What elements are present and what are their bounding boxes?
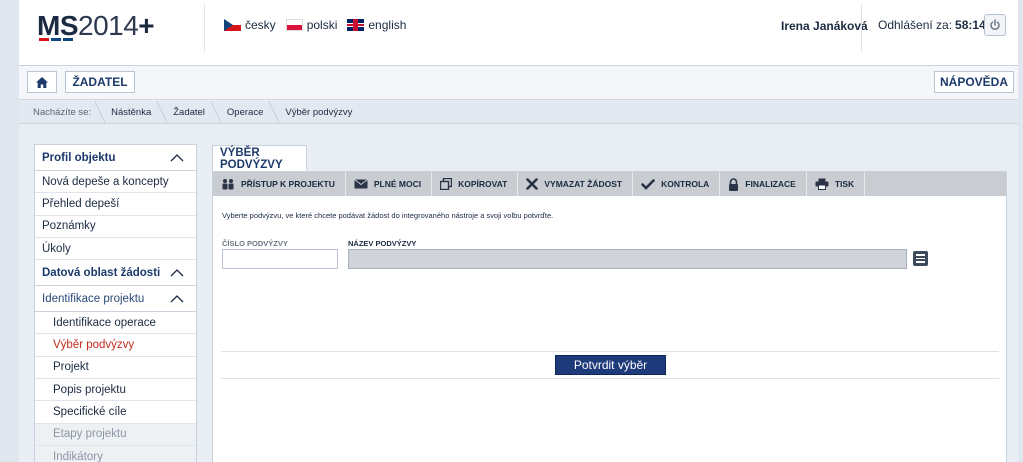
logout-label: Odhlášení za: <box>878 18 953 32</box>
flag-pl-icon <box>285 19 303 31</box>
check-button[interactable]: KONTROLA <box>633 172 721 196</box>
power-of-attorney-button[interactable]: PLNÉ MOCI <box>346 172 433 196</box>
sidebar-item-projekt[interactable]: Projekt <box>35 357 196 380</box>
language-switcher: česky polski english <box>224 18 406 32</box>
chevron-up-icon <box>170 294 184 303</box>
subcall-name-field[interactable] <box>348 249 907 269</box>
logo-color-bars <box>39 38 73 41</box>
language-cesky[interactable]: česky <box>224 18 276 32</box>
main-content: VÝBĚR PODVÝZVY PŘÍSTUP K PROJEKTU PLNÉ M… <box>212 144 1007 462</box>
action-label: VYMAZAT ŽÁDOST <box>544 179 623 189</box>
select-subcall-button[interactable] <box>913 251 928 266</box>
header-divider <box>204 4 205 52</box>
sidebar-item-specificke-cile[interactable]: Specifické cíle <box>35 401 196 424</box>
action-label: FINALIZACE <box>745 179 796 189</box>
logout-countdown: 58:14 <box>955 18 986 32</box>
breadcrumb: Nacházíte se: Nástěnka Žadatel Operace V… <box>19 101 1018 124</box>
flag-gb-icon <box>347 19 365 31</box>
subcall-number-field[interactable] <box>222 249 338 269</box>
sidebar-item-prehled-depesi[interactable]: Přehled depeší <box>35 193 196 216</box>
divider <box>221 351 999 352</box>
sidebar-section-identifikace-projektu[interactable]: Identifikace projektu <box>35 286 196 313</box>
sidebar-item-nova-depese[interactable]: Nová depeše a koncepty <box>35 171 196 194</box>
chevron-up-icon <box>170 268 184 277</box>
instruction-text: Vyberte podvýzvu, ve které chcete podáva… <box>222 211 554 220</box>
sidebar: Profil objektu Nová depeše a koncepty Př… <box>34 144 197 462</box>
breadcrumb-item-vyber-podvyzvy: Výběr podvýzvy <box>275 101 364 124</box>
language-label: česky <box>245 18 276 32</box>
user-name: Irena Janáková <box>781 19 868 33</box>
envelope-icon <box>354 179 368 189</box>
sidebar-item-identifikace-operace[interactable]: Identifikace operace <box>35 312 196 335</box>
people-icon <box>222 179 234 190</box>
home-button[interactable] <box>27 71 57 93</box>
home-icon <box>36 76 48 88</box>
language-english[interactable]: english <box>347 18 406 32</box>
sidebar-section-title: Identifikace projektu <box>42 292 145 305</box>
power-icon <box>990 19 1000 31</box>
sidebar-section-datova-oblast[interactable]: Datová oblast žádosti <box>35 260 196 287</box>
app-header: MS2014+ česky polski english Irena Janák… <box>19 0 1018 66</box>
confirm-selection-button[interactable]: Potvrdit výběr <box>555 355 666 375</box>
copy-icon <box>440 178 453 190</box>
page-title-tab: VÝBĚR PODVÝZVY <box>212 145 307 172</box>
check-icon <box>641 178 655 190</box>
print-button[interactable]: TISK <box>807 172 866 196</box>
sidebar-item-popis-projektu[interactable]: Popis projektu <box>35 379 196 402</box>
sidebar-item-vyber-podvyzvy[interactable]: Výběr podvýzvy <box>35 334 196 357</box>
action-label: KONTROLA <box>661 179 710 189</box>
action-label: KOPÍROVAT <box>458 179 508 189</box>
divider <box>221 378 999 379</box>
form-panel: PŘÍSTUP K PROJEKTU PLNÉ MOCI KOPÍROVAT V… <box>212 171 1007 462</box>
sidebar-item-poznamky[interactable]: Poznámky <box>35 216 196 238</box>
action-bar: PŘÍSTUP K PROJEKTU PLNÉ MOCI KOPÍROVAT V… <box>213 172 1006 196</box>
print-icon <box>815 178 829 190</box>
chevron-up-icon <box>170 153 184 161</box>
page-margin-left <box>0 0 19 462</box>
language-label: polski <box>306 18 338 32</box>
help-button[interactable]: NÁPOVĚDA <box>934 71 1014 93</box>
subcall-name-label: NÁZEV PODVÝZVY <box>348 239 417 248</box>
subcall-number-label: ČÍSLO PODVÝZVY <box>222 239 288 248</box>
access-to-project-button[interactable]: PŘÍSTUP K PROJEKTU <box>213 172 346 196</box>
action-label: TISK <box>834 179 855 189</box>
language-label: english <box>368 18 407 32</box>
page-margin-right <box>1018 0 1023 462</box>
applicant-button[interactable]: ŽADATEL <box>65 71 135 93</box>
sidebar-item-etapy-projektu: Etapy projektu <box>35 423 196 446</box>
main-toolbar: ŽADATEL NÁPOVĚDA <box>19 66 1018 100</box>
list-icon <box>916 254 925 256</box>
delete-icon <box>526 178 539 190</box>
copy-button[interactable]: KOPÍROVAT <box>432 172 519 196</box>
sidebar-section-profil-objektu[interactable]: Profil objektu <box>35 145 196 171</box>
sidebar-item-indikatory: Indikátory <box>35 445 196 462</box>
finalization-button[interactable]: FINALIZACE <box>720 172 807 196</box>
logout-button[interactable] <box>984 14 1006 36</box>
header-divider <box>861 4 862 52</box>
sidebar-section-title: Datová oblast žádosti <box>42 266 161 279</box>
flag-cz-icon <box>224 19 241 31</box>
action-label: PLNÉ MOCI <box>373 179 422 189</box>
language-polski[interactable]: polski <box>285 18 338 32</box>
lock-icon <box>729 177 739 191</box>
delete-application-button[interactable]: VYMAZAT ŽÁDOST <box>518 172 634 196</box>
logout-timer: Odhlášení za: 58:14 <box>878 18 986 32</box>
action-label: PŘÍSTUP K PROJEKTU <box>241 179 335 189</box>
sidebar-item-ukoly[interactable]: Úkoly <box>35 238 196 261</box>
sidebar-section-title: Profil objektu <box>42 151 116 164</box>
